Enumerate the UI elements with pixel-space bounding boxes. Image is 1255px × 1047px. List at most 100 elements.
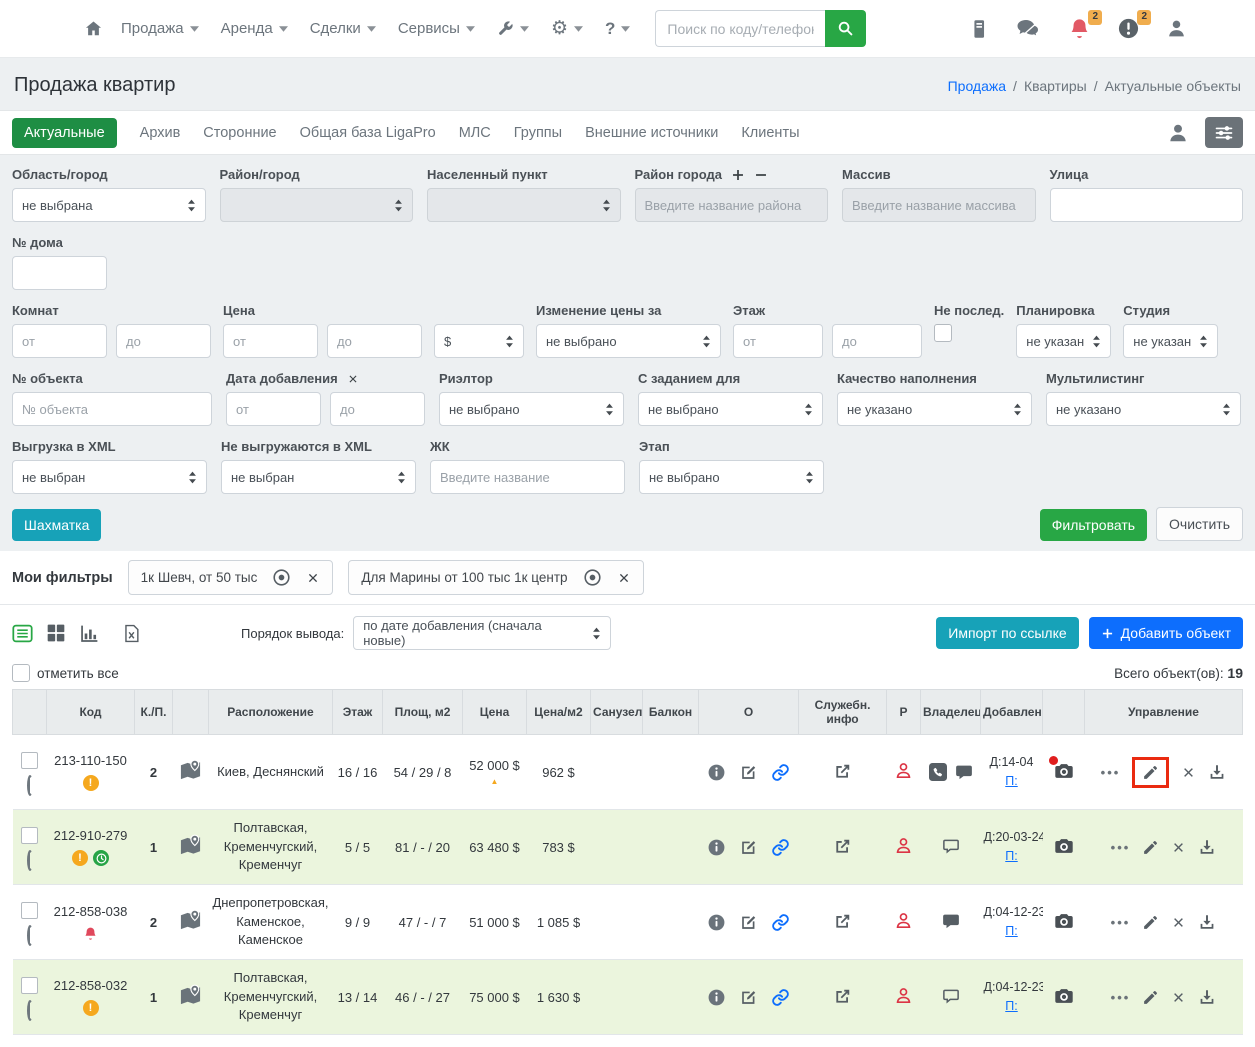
- header-area[interactable]: Площ, м2: [382, 689, 463, 735]
- more-actions-icon[interactable]: •••: [1111, 915, 1131, 930]
- alerts-icon[interactable]: 2: [1117, 10, 1151, 40]
- floor-to-input[interactable]: [832, 324, 922, 358]
- add-object-button[interactable]: Добавить объект: [1088, 617, 1243, 649]
- edit-pencil-icon[interactable]: [1142, 914, 1159, 931]
- notifications-bell-icon[interactable]: 2: [1068, 10, 1102, 40]
- tab-third-party[interactable]: Сторонние: [203, 125, 276, 141]
- complex-input[interactable]: [430, 460, 625, 494]
- header-price-m2[interactable]: Цена/м2: [526, 689, 591, 735]
- clock-badge[interactable]: [93, 850, 109, 866]
- comment-icon[interactable]: [955, 763, 973, 781]
- added-link[interactable]: П:: [1005, 924, 1017, 938]
- header-o[interactable]: О: [698, 689, 799, 735]
- tab-archive[interactable]: Архив: [140, 125, 181, 141]
- row-checkbox[interactable]: [21, 902, 38, 919]
- warning-badge[interactable]: !: [82, 1000, 99, 1016]
- download-icon[interactable]: [1198, 838, 1216, 856]
- row-checkbox[interactable]: [21, 827, 38, 844]
- warning-badge[interactable]: !: [72, 850, 88, 866]
- eye-icon[interactable]: [583, 568, 602, 587]
- comment-icon[interactable]: [942, 912, 960, 930]
- added-link[interactable]: П:: [1005, 849, 1017, 863]
- task-for-select[interactable]: не выбрано: [638, 392, 823, 426]
- download-icon[interactable]: [1198, 988, 1216, 1006]
- client-icon[interactable]: [894, 761, 913, 780]
- refresh-spinner-icon[interactable]: [26, 775, 33, 796]
- tab-groups[interactable]: Группы: [514, 125, 562, 141]
- edit-pencil-icon[interactable]: [1142, 764, 1159, 781]
- saved-filter-chip[interactable]: 1к Шевч, от 50 тыс: [127, 560, 334, 595]
- info-icon[interactable]: [707, 913, 726, 932]
- edit-pencil-icon[interactable]: [1142, 839, 1159, 856]
- map-icon[interactable]: [179, 984, 202, 1007]
- external-link-icon[interactable]: [833, 986, 853, 1006]
- row-checkbox[interactable]: [21, 977, 38, 994]
- row-checkbox[interactable]: [21, 752, 38, 769]
- rooms-from-input[interactable]: [12, 324, 107, 358]
- menu-services[interactable]: Сервисы: [389, 14, 484, 43]
- list-view-icon[interactable]: [12, 623, 33, 644]
- menu-help[interactable]: ?: [596, 13, 639, 45]
- layout-select[interactable]: не указан: [1016, 324, 1112, 358]
- object-code[interactable]: 212-910-279: [50, 828, 132, 843]
- region-select[interactable]: не выбрана: [12, 188, 206, 222]
- object-code[interactable]: 213-110-150: [50, 753, 132, 768]
- object-code[interactable]: 212-858-038: [50, 904, 132, 919]
- link-icon[interactable]: [771, 838, 790, 857]
- not-last-checkbox[interactable]: [934, 324, 952, 342]
- compose-icon[interactable]: [739, 763, 758, 782]
- map-icon[interactable]: [179, 909, 202, 932]
- tab-actual[interactable]: Актуальные: [12, 117, 117, 148]
- camera-icon[interactable]: [1053, 835, 1075, 857]
- knowledge-base-icon[interactable]: [968, 18, 990, 40]
- realtor-select[interactable]: не выбрано: [439, 392, 624, 426]
- street-input[interactable]: [1049, 188, 1243, 222]
- date-to-input[interactable]: [330, 392, 425, 426]
- edit-pencil-icon[interactable]: [1142, 989, 1159, 1006]
- date-from-input[interactable]: [226, 392, 321, 426]
- info-icon[interactable]: [707, 988, 726, 1007]
- refresh-spinner-icon[interactable]: [26, 850, 33, 871]
- header-kp[interactable]: К./П.: [134, 689, 173, 735]
- info-icon[interactable]: [707, 838, 726, 857]
- floor-from-input[interactable]: [733, 324, 823, 358]
- close-icon[interactable]: [306, 571, 320, 585]
- link-icon[interactable]: [771, 763, 790, 782]
- more-actions-icon[interactable]: •••: [1101, 765, 1121, 780]
- multilisting-select[interactable]: не указано: [1046, 392, 1241, 426]
- client-icon[interactable]: [894, 911, 913, 930]
- close-icon[interactable]: [617, 571, 631, 585]
- menu-sale[interactable]: Продажа: [112, 14, 208, 43]
- currency-select[interactable]: $: [434, 324, 524, 358]
- minus-icon[interactable]: [754, 168, 768, 182]
- menu-rent[interactable]: Аренда: [212, 14, 297, 43]
- eye-icon[interactable]: [272, 568, 291, 587]
- camera-icon[interactable]: [1053, 985, 1075, 1007]
- xml-upload-select[interactable]: не выбран: [12, 460, 207, 494]
- quality-select[interactable]: не указано: [837, 392, 1032, 426]
- camera-icon[interactable]: [1048, 755, 1075, 782]
- filter-button[interactable]: Фильтровать: [1039, 509, 1148, 541]
- tab-common-base[interactable]: Общая база LigaPro: [300, 125, 436, 141]
- plus-icon[interactable]: [731, 168, 745, 182]
- sort-order-select[interactable]: по дате добавления (сначала новые): [353, 616, 612, 650]
- added-link[interactable]: П:: [1005, 774, 1017, 788]
- close-icon[interactable]: [1171, 990, 1186, 1005]
- saved-filter-chip[interactable]: Для Марины от 100 тыс 1к центр: [348, 560, 644, 595]
- map-icon[interactable]: [179, 759, 202, 782]
- studio-select[interactable]: не указан: [1123, 324, 1219, 358]
- warning-badge[interactable]: !: [82, 775, 99, 791]
- compose-icon[interactable]: [739, 988, 758, 1007]
- object-code[interactable]: 212-858-032: [50, 978, 132, 993]
- added-link[interactable]: П:: [1005, 999, 1017, 1013]
- search-button[interactable]: [825, 10, 867, 47]
- header-code[interactable]: Код: [46, 689, 135, 735]
- tab-mls[interactable]: МЛС: [459, 125, 491, 141]
- price-from-input[interactable]: [223, 324, 318, 358]
- more-actions-icon[interactable]: •••: [1111, 990, 1131, 1005]
- clear-button[interactable]: Очистить: [1156, 507, 1243, 541]
- camera-icon[interactable]: [1053, 910, 1075, 932]
- messages-icon[interactable]: [1016, 17, 1042, 41]
- more-actions-icon[interactable]: •••: [1111, 840, 1131, 855]
- header-price[interactable]: Цена: [462, 689, 527, 735]
